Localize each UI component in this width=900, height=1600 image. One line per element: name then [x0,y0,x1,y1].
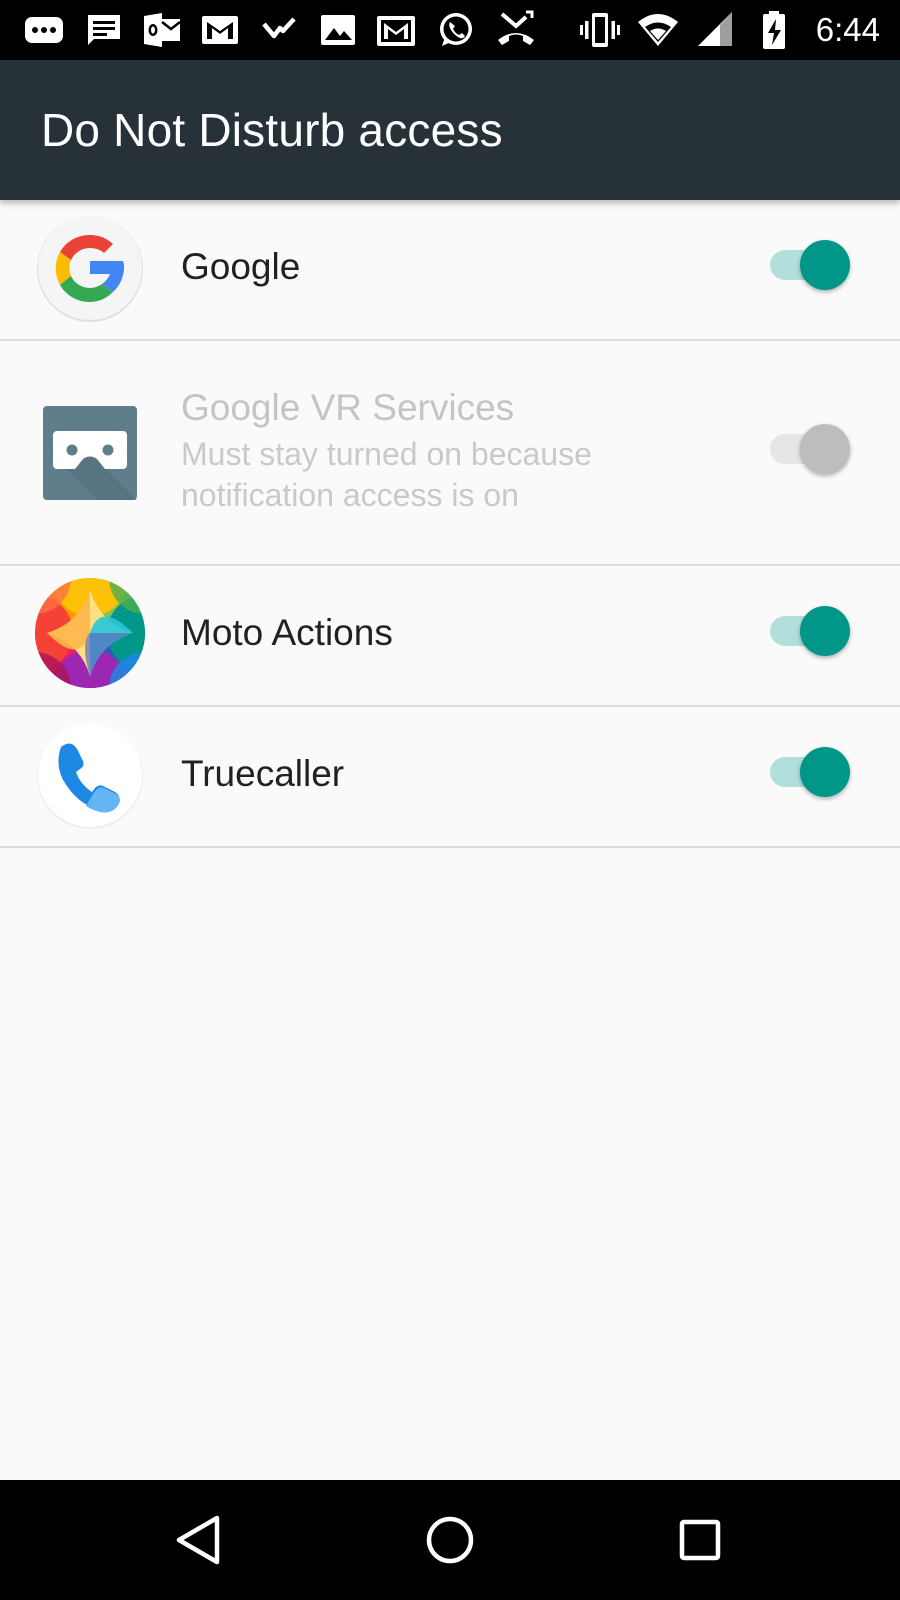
chat-bubble-icon [22,10,66,50]
truecaller-icon [35,721,145,831]
navigation-bar [0,1480,900,1600]
list-item-truecaller[interactable]: Truecaller [0,707,900,848]
recents-icon[interactable] [670,1510,730,1570]
battery-charging-icon [752,10,796,50]
google-icon [35,214,145,324]
whatsapp-icon [434,10,478,50]
list-item-moto-actions[interactable]: Moto Actions [0,566,900,707]
list-item-google[interactable]: Google [0,200,900,341]
status-bar: 6:44 [0,0,900,60]
message-icon [82,10,126,50]
page-title: Do Not Disturb access [41,104,503,156]
gmail-icon [374,10,418,50]
checkmark-icon [258,10,302,50]
app-subtitle: Must stay turned on because notification… [181,436,592,513]
dnd-toggle-truecaller[interactable] [768,742,854,802]
status-time: 6:44 [815,11,880,48]
google-vr-icon [35,398,145,508]
app-name: Truecaller [181,753,345,794]
outlook-icon [140,10,184,50]
dnd-toggle-moto-actions[interactable] [768,601,854,661]
gmail-icon [198,10,242,50]
app-name: Google [181,246,301,287]
app-list: Google Google VR Services Must stay turn… [0,200,900,848]
signal-icon [694,10,738,50]
app-name: Moto Actions [181,612,393,653]
screen: 6:44 Do Not Disturb access Google Google… [0,0,900,1600]
wifi-icon [636,10,680,50]
missed-call-icon [494,10,538,50]
image-icon [316,10,360,50]
dnd-toggle-google-vr-services [768,419,854,479]
vibrate-icon [578,10,622,50]
app-name: Google VR Services [181,387,515,428]
dnd-toggle-google[interactable] [768,235,854,295]
moto-actions-icon [35,578,145,688]
back-icon[interactable] [172,1510,232,1570]
home-icon[interactable] [420,1510,480,1570]
list-item-google-vr-services: Google VR Services Must stay turned on b… [0,341,900,566]
app-bar: Do Not Disturb access [0,60,900,200]
